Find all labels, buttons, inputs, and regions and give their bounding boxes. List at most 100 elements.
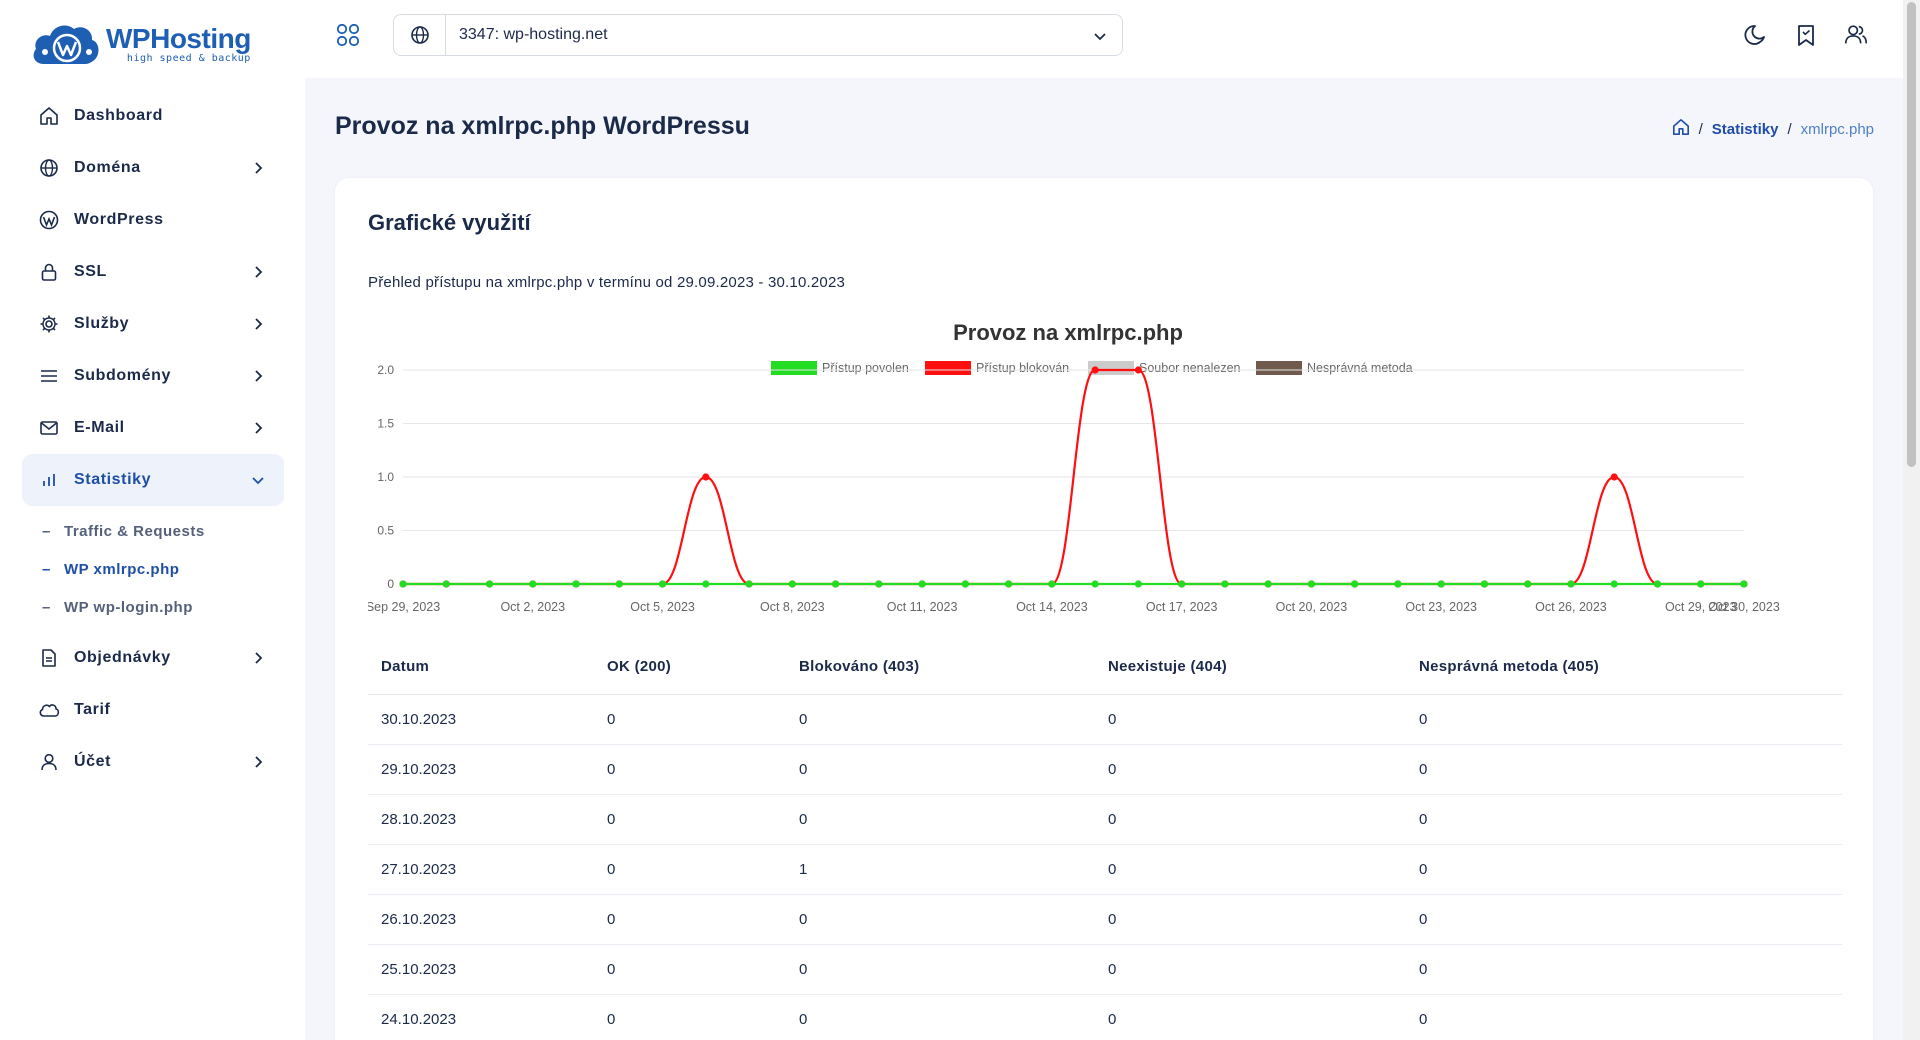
- data-point: [1221, 580, 1229, 588]
- breadcrumb: / Statistiky / xmlrpc.php: [1672, 118, 1874, 140]
- data-point: [831, 580, 840, 588]
- gear-icon: [38, 313, 60, 335]
- data-point: [1264, 580, 1272, 588]
- table-cell: 0: [594, 944, 786, 995]
- sidebar-item-tarif[interactable]: Tarif: [22, 684, 284, 736]
- data-point: [1610, 580, 1618, 588]
- table-cell: 0: [594, 744, 786, 795]
- x-tick-label: Oct 5, 2023: [630, 600, 695, 614]
- breadcrumb-current: xmlrpc.php: [1800, 120, 1874, 138]
- x-tick-label: Oct 26, 2023: [1535, 600, 1607, 614]
- sidebar-item-label: Služby: [74, 315, 130, 332]
- sidebar-item-label: WordPress: [74, 211, 164, 228]
- submenu-item-wp-login[interactable]: – WP wp-login.php: [42, 588, 284, 626]
- moon-icon[interactable]: [1743, 22, 1769, 48]
- bookmark-icon[interactable]: [1793, 22, 1819, 48]
- chevron-right-icon: [255, 422, 263, 434]
- sidebar-item-ssl[interactable]: SSL: [22, 246, 284, 298]
- sidebar-item-statistiky[interactable]: Statistiky: [22, 454, 284, 506]
- submenu-item-label: Traffic & Requests: [64, 522, 205, 540]
- submenu-item-label: WP xmlrpc.php: [64, 560, 180, 578]
- data-point: [1394, 580, 1402, 588]
- table-row: 27.10.2023 0 1 0 0: [368, 844, 1842, 895]
- column-header: Nesprávná metoda (405): [1406, 640, 1842, 695]
- globe-icon: [38, 157, 60, 179]
- x-tick-label: Oct 14, 2023: [1016, 600, 1088, 614]
- table-cell: 0: [1406, 994, 1842, 1040]
- sidebar-item-domena[interactable]: Doména: [22, 142, 284, 194]
- data-point: [1005, 580, 1013, 588]
- card-title: Grafické využití: [368, 210, 531, 235]
- table-row: 29.10.2023 0 0 0 0: [368, 744, 1842, 795]
- breadcrumb-link-statistiky[interactable]: Statistiky: [1712, 121, 1779, 138]
- submenu-item-traffic[interactable]: – Traffic & Requests: [42, 512, 284, 550]
- data-point: [1178, 580, 1186, 588]
- data-point: [1351, 580, 1359, 588]
- data-point: [615, 580, 623, 588]
- legend-label: Nesprávná metoda: [1307, 361, 1413, 375]
- table-cell: 27.10.2023: [368, 844, 594, 895]
- users-icon[interactable]: [1843, 22, 1869, 48]
- data-point: [745, 580, 753, 588]
- data-point: [572, 580, 580, 588]
- sidebar-item-wordpress[interactable]: WordPress: [22, 194, 284, 246]
- chevron-right-icon: [255, 318, 263, 330]
- table-cell: 0: [1095, 744, 1406, 795]
- data-point: [918, 580, 926, 588]
- x-tick-label: Oct 20, 2023: [1276, 600, 1348, 614]
- column-header: Datum: [368, 640, 594, 695]
- data-point: [788, 580, 796, 588]
- chart-title: Provoz na xmlrpc.php: [953, 320, 1183, 345]
- sidebar-item-subdomeny[interactable]: Subdomény: [22, 350, 284, 402]
- table-cell: 0: [786, 694, 1095, 745]
- data-point: [442, 580, 450, 588]
- table-cell: 0: [786, 894, 1095, 945]
- legend-swatch: [771, 361, 817, 375]
- sidebar-item-email[interactable]: E-Mail: [22, 402, 284, 454]
- globe-icon: [394, 15, 446, 55]
- stats-table: Datum OK (200) Blokováno (403) Neexistuj…: [368, 640, 1842, 1040]
- apps-grid-icon[interactable]: [335, 22, 361, 48]
- table-header-row: Datum OK (200) Blokováno (403) Neexistuj…: [368, 640, 1842, 695]
- brand-name: WPHosting: [106, 22, 251, 54]
- topbar: 3347: wp-hosting.net: [305, 0, 1903, 78]
- home-icon[interactable]: [1672, 118, 1690, 140]
- table-cell: 0: [1406, 794, 1842, 845]
- x-tick-label: Oct 11, 2023: [887, 600, 958, 614]
- bar-chart-icon: [38, 469, 60, 491]
- legend-label: Soubor nenalezen: [1139, 361, 1241, 375]
- scrollbar-thumb[interactable]: [1907, 2, 1916, 467]
- sidebar: WPHosting high speed & backup Dashboard …: [0, 0, 305, 1040]
- sidebar-item-label: Doména: [74, 159, 141, 176]
- legend-label: Přístup blokován: [976, 361, 1069, 375]
- table-cell: 0: [1095, 994, 1406, 1040]
- chevron-right-icon: [255, 370, 263, 382]
- sidebar-item-label: SSL: [74, 263, 107, 280]
- submenu-item-xmlrpc[interactable]: – WP xmlrpc.php: [42, 550, 284, 588]
- sidebar-item-label: Účet: [74, 753, 112, 770]
- sidebar-item-label: Dashboard: [74, 107, 163, 124]
- table-cell: 0: [1406, 894, 1842, 945]
- topbar-actions: [1743, 22, 1869, 48]
- data-point: [1134, 366, 1142, 374]
- x-tick-label: Oct 8, 2023: [760, 600, 825, 614]
- table-cell: 0: [1095, 944, 1406, 995]
- x-tick-label: Oct 30, 2023: [1708, 600, 1780, 614]
- domain-select-value: 3347: wp-hosting.net: [459, 26, 608, 43]
- sidebar-item-ucet[interactable]: Účet: [22, 736, 284, 788]
- sidebar-item-dashboard[interactable]: Dashboard: [22, 90, 284, 142]
- data-point: [1048, 580, 1056, 588]
- page-scrollbar[interactable]: [1903, 0, 1920, 1040]
- brand-tagline: high speed & backup: [126, 52, 251, 64]
- y-tick-label: 2.0: [377, 363, 394, 377]
- domain-select[interactable]: 3347: wp-hosting.net: [393, 14, 1123, 56]
- sidebar-item-label: Statistiky: [74, 471, 152, 488]
- table-row: 30.10.2023 0 0 0 0: [368, 694, 1842, 745]
- sidebar-item-sluzby[interactable]: Služby: [22, 298, 284, 350]
- sidebar-item-objednavky[interactable]: Objednávky: [22, 632, 284, 684]
- table-cell: 0: [594, 794, 786, 845]
- brand-logo[interactable]: WPHosting high speed & backup: [30, 18, 251, 70]
- document-icon: [38, 647, 60, 669]
- table-cell: 0: [1095, 694, 1406, 745]
- data-point: [702, 580, 710, 588]
